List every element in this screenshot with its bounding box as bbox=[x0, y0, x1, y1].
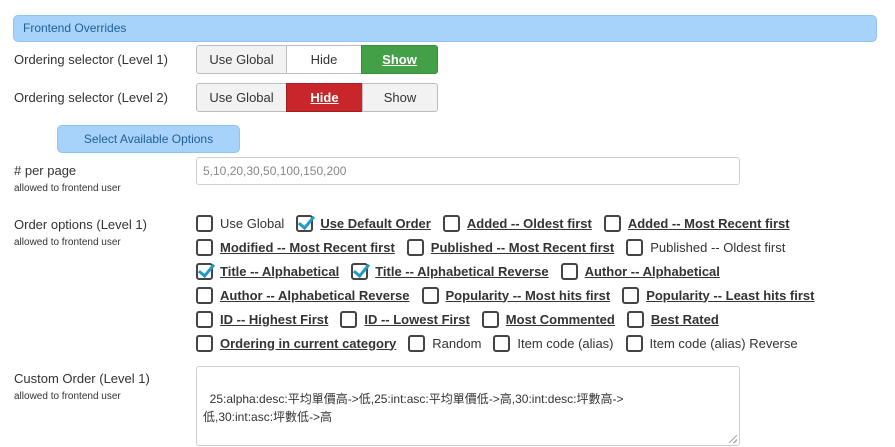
checkbox-icon[interactable] bbox=[408, 334, 426, 352]
order-option[interactable]: Modified -- Most Recent first bbox=[196, 238, 395, 256]
order-option[interactable]: Popularity -- Most hits first bbox=[421, 286, 611, 304]
per-page-label-group: # per page allowed to frontend user bbox=[14, 163, 121, 194]
checkbox-icon[interactable] bbox=[340, 310, 358, 328]
order-option[interactable]: Most Commented bbox=[481, 310, 615, 328]
order-options-label: Order options (Level 1) bbox=[14, 217, 147, 232]
order-option[interactable]: Use Global bbox=[196, 214, 285, 232]
custom-order-sublabel: allowed to frontend user bbox=[14, 391, 121, 402]
order-option-label: Published -- Oldest first bbox=[650, 239, 786, 255]
ordering-level1-use-global-button[interactable]: Use Global bbox=[196, 45, 287, 74]
order-option-label: Author -- Alphabetical bbox=[584, 263, 720, 279]
order-option-label: ID -- Highest First bbox=[220, 311, 329, 327]
order-option-label: Title -- Alphabetical bbox=[220, 263, 340, 279]
order-option-label: Item code (alias) Reverse bbox=[649, 335, 798, 351]
order-options-row: Use Global Use Default Order Added -- Olde… bbox=[196, 211, 886, 235]
order-option-label: Most Commented bbox=[505, 311, 615, 327]
section-header: Frontend Overrides bbox=[13, 15, 877, 42]
checkbox-icon[interactable] bbox=[560, 262, 578, 280]
order-option[interactable]: Author -- Alphabetical bbox=[560, 262, 720, 280]
checkbox-icon[interactable] bbox=[481, 310, 499, 328]
per-page-input[interactable]: 5,10,20,30,50,100,150,200 bbox=[196, 157, 740, 185]
ordering-level1-label: Ordering selector (Level 1) bbox=[14, 52, 168, 67]
order-option[interactable]: Item code (alias) bbox=[493, 334, 614, 352]
order-option[interactable]: Added -- Oldest first bbox=[442, 214, 592, 232]
order-options-row: Title -- Alphabetical Title -- Alphabetic… bbox=[196, 259, 886, 283]
checkbox-icon[interactable] bbox=[603, 214, 621, 232]
order-options-label-group: Order options (Level 1) allowed to front… bbox=[14, 217, 147, 248]
order-option[interactable]: Random bbox=[408, 334, 482, 352]
checkbox-icon[interactable] bbox=[421, 286, 439, 304]
checkbox-icon[interactable] bbox=[196, 214, 213, 232]
checkbox-icon[interactable] bbox=[493, 334, 511, 352]
order-option[interactable]: Author -- Alphabetical Reverse bbox=[196, 286, 410, 304]
checkbox-icon[interactable] bbox=[196, 334, 213, 352]
order-option-label: Title -- Alphabetical Reverse bbox=[375, 263, 549, 279]
checkbox-icon[interactable] bbox=[625, 334, 643, 352]
order-option[interactable]: Popularity -- Least hits first bbox=[622, 286, 815, 304]
order-option-label: Popularity -- Least hits first bbox=[646, 287, 815, 303]
ordering-level1-toggle: Use Global Hide Show bbox=[196, 45, 438, 74]
checkbox-icon[interactable] bbox=[406, 238, 424, 256]
order-option[interactable]: Best Rated bbox=[626, 310, 719, 328]
order-option[interactable]: Published -- Most Recent first bbox=[406, 238, 615, 256]
checkbox-icon[interactable] bbox=[196, 310, 213, 328]
order-option[interactable]: Title -- Alphabetical bbox=[196, 262, 340, 280]
checkbox-icon[interactable] bbox=[626, 310, 644, 328]
order-option-label: Item code (alias) bbox=[517, 335, 614, 351]
order-option-label: Added -- Oldest first bbox=[466, 215, 592, 231]
custom-order-textarea[interactable]: 25:alpha:desc:平均單價高->低,25:int:asc:平均單價低-… bbox=[196, 366, 740, 446]
order-option-label: Use Global bbox=[220, 215, 285, 231]
order-option-label: Popularity -- Most hits first bbox=[445, 287, 611, 303]
order-option-label: Published -- Most Recent first bbox=[430, 239, 615, 255]
ordering-level2-label: Ordering selector (Level 2) bbox=[14, 90, 168, 105]
order-option-label: Ordering in current category bbox=[220, 335, 397, 351]
order-option[interactable]: ID -- Lowest First bbox=[340, 310, 470, 328]
order-options-row: ID -- Highest First ID -- Lowest First Mos… bbox=[196, 307, 886, 331]
order-options-grid: Use Global Use Default Order Added -- Olde… bbox=[196, 211, 886, 355]
order-option[interactable]: Published -- Oldest first bbox=[626, 238, 786, 256]
custom-order-label: Custom Order (Level 1) bbox=[14, 371, 150, 386]
order-option-label: Best Rated bbox=[650, 311, 719, 327]
order-options-sublabel: allowed to frontend user bbox=[14, 237, 121, 248]
checkbox-icon[interactable] bbox=[196, 286, 213, 304]
checkbox-checked-icon[interactable] bbox=[196, 262, 213, 280]
select-available-options-button[interactable]: Select Available Options bbox=[57, 125, 240, 153]
resize-grip-icon[interactable] bbox=[729, 435, 737, 443]
custom-order-text: 25:alpha:desc:平均單價高->低,25:int:asc:平均單價低-… bbox=[203, 392, 624, 424]
order-option[interactable]: Use Default Order bbox=[296, 214, 431, 232]
order-option[interactable]: Title -- Alphabetical Reverse bbox=[351, 262, 549, 280]
checkbox-checked-icon[interactable] bbox=[296, 214, 314, 232]
ordering-level2-toggle: Use Global Hide Show bbox=[196, 83, 438, 112]
order-options-row: Ordering in current category Random Item c… bbox=[196, 331, 886, 355]
checkbox-icon[interactable] bbox=[622, 286, 640, 304]
ordering-level1-hide-button[interactable]: Hide bbox=[286, 45, 362, 74]
order-options-row: Author -- Alphabetical Reverse Popularity… bbox=[196, 283, 886, 307]
order-option[interactable]: Ordering in current category bbox=[196, 334, 397, 352]
checkbox-checked-icon[interactable] bbox=[351, 262, 369, 280]
order-option[interactable]: Item code (alias) Reverse bbox=[625, 334, 798, 352]
order-option[interactable]: ID -- Highest First bbox=[196, 310, 329, 328]
per-page-label: # per page bbox=[14, 163, 77, 178]
ordering-level2-show-button[interactable]: Show bbox=[362, 83, 438, 112]
order-option-label: ID -- Lowest First bbox=[364, 311, 470, 327]
checkbox-icon[interactable] bbox=[626, 238, 644, 256]
order-option[interactable]: Added -- Most Recent first bbox=[603, 214, 790, 232]
ordering-level2-hide-button[interactable]: Hide bbox=[286, 83, 363, 112]
order-option-label: Use Default Order bbox=[320, 215, 431, 231]
ordering-level1-show-button[interactable]: Show bbox=[361, 45, 438, 74]
order-option-label: Random bbox=[432, 335, 482, 351]
checkbox-icon[interactable] bbox=[442, 214, 460, 232]
ordering-level2-use-global-button[interactable]: Use Global bbox=[196, 83, 287, 112]
checkbox-icon[interactable] bbox=[196, 238, 213, 256]
order-option-label: Modified -- Most Recent first bbox=[220, 239, 395, 255]
order-option-label: Added -- Most Recent first bbox=[627, 215, 790, 231]
custom-order-label-group: Custom Order (Level 1) allowed to fronte… bbox=[14, 371, 150, 402]
order-options-row: Modified -- Most Recent first Published -… bbox=[196, 235, 886, 259]
per-page-sublabel: allowed to frontend user bbox=[14, 183, 121, 194]
order-option-label: Author -- Alphabetical Reverse bbox=[220, 287, 410, 303]
